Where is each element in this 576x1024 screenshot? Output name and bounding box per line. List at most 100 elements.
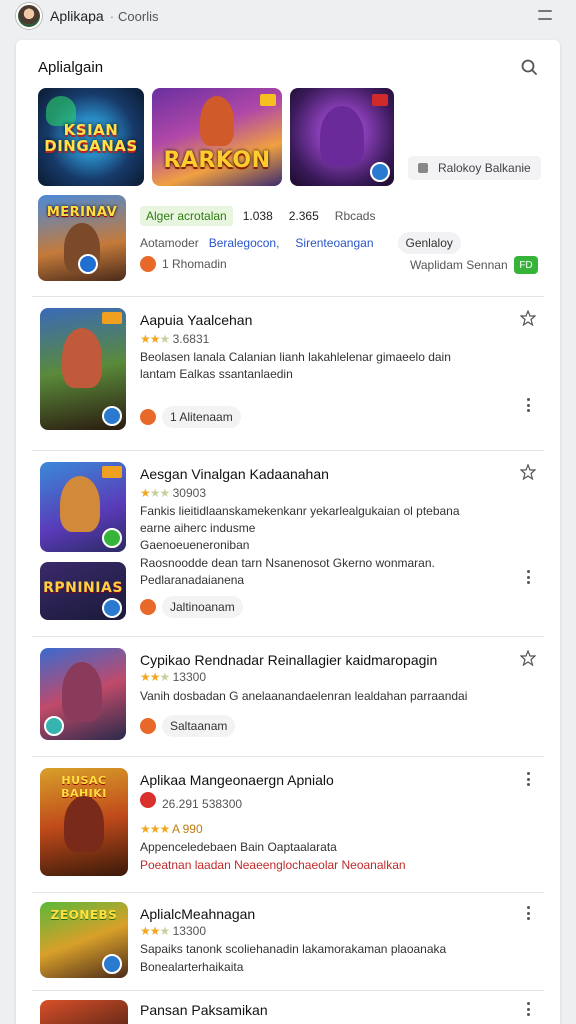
item-description-2: earne aiherc indusme (140, 521, 256, 535)
brand-icon (140, 792, 156, 808)
user-dot-icon (140, 409, 156, 425)
item-title[interactable]: AplialcMeahnagan (140, 906, 255, 922)
item-thumbnail-secondary[interactable]: RPNINIAS (40, 562, 126, 620)
user-dot-icon (140, 718, 156, 734)
item-thumbnail[interactable] (40, 1000, 128, 1024)
bookmark-icon (418, 163, 428, 173)
thumbnail-title: MERINAV (46, 205, 118, 220)
game-thumbnail-3[interactable] (290, 88, 394, 186)
avatar[interactable] (16, 3, 42, 29)
item-author: Jaltinoanam (140, 596, 243, 618)
rating-value: 13300 (172, 924, 206, 938)
item-author: 1 Alitenaam (140, 406, 241, 428)
item-description-4: Raosnoodde dean tarn Nsanenosot Gkerno w… (140, 556, 435, 570)
item-description: Sapaiks tanonk scoliehanadin lakamorakam… (140, 942, 447, 956)
item-description-2: Poeatnan laadan Neaeenglochaeolar Neoana… (140, 858, 406, 872)
item-title[interactable]: Aapuia Yaalcehan (140, 312, 252, 328)
item-description: Beolasen lanala Calanian lianh lakahlele… (140, 350, 451, 364)
search-icon[interactable] (520, 58, 538, 76)
share-badge-icon (102, 954, 122, 974)
menu-icon[interactable] (538, 10, 552, 20)
divider (32, 756, 544, 757)
share-badge-icon (102, 528, 122, 548)
item-thumbnail[interactable] (40, 648, 126, 740)
favorite-star-icon[interactable] (520, 464, 536, 480)
featured-tag: Alger acrotalan (140, 206, 233, 226)
user-dot-icon (140, 599, 156, 615)
side-chip[interactable]: Ralokoy Balkanie (408, 156, 541, 180)
favorite-star-icon[interactable] (520, 310, 536, 326)
item-thumbnail[interactable]: HUSAC BAHIKI (40, 768, 128, 876)
rating-value: 13300 (172, 670, 206, 684)
item-author: Saltaanam (140, 715, 236, 737)
rating-value: 30903 (172, 486, 206, 500)
more-options-icon[interactable] (526, 772, 530, 786)
tag-badge (102, 466, 122, 478)
play-badge-icon (78, 254, 98, 274)
rating-value: 26.291 538300 (162, 797, 243, 811)
rating-value-2: A 990 (171, 822, 203, 836)
author-chip[interactable]: Saltaanam (162, 715, 236, 737)
stat-1: 1.038 (242, 209, 273, 223)
featured-chip[interactable]: Genlaloy (397, 232, 461, 254)
author-chip[interactable]: Jaltinoanam (162, 596, 243, 618)
game-thumbnail-1[interactable]: KSIAN DINGANAS (38, 88, 144, 186)
item-thumbnail[interactable] (40, 462, 126, 552)
item-title[interactable]: Aplikaa Mangeonaergn Apnialo (140, 772, 334, 788)
author-chip[interactable]: 1 Alitenaam (162, 406, 241, 428)
item-description: Appenceledebaen Bain Oaptaalarata (140, 840, 337, 854)
app-subtitle: Coorlis (118, 8, 159, 24)
rating-value: 3.6831 (172, 332, 210, 346)
item-title[interactable]: Cypikao Rendnadar Reinallagier kaidmarop… (140, 652, 437, 668)
thumbnail-title: ZEONEBS (50, 908, 118, 922)
more-options-icon[interactable] (526, 570, 530, 584)
app-separator: · (109, 8, 115, 24)
item-description-2: lantam Ealkas ssantanlaedin (140, 367, 293, 381)
game-thumbnail-2[interactable]: RARKON (152, 88, 282, 186)
tool-icon (370, 162, 390, 182)
top-bar: Aplikapa · Coorlis (0, 0, 576, 32)
featured-line-3: 1 Rhomadin (140, 256, 227, 272)
item-description-2: Bonealarterhaikaita (140, 960, 244, 974)
featured-line-2: Aotamoder Beralegocon, Sirenteoangan Gen… (140, 232, 461, 254)
featured-author: 1 Rhomadin (162, 257, 227, 271)
tag-badge (102, 312, 122, 324)
item-description-5: Pedlaranadaianena (140, 573, 245, 587)
badge-icon (372, 94, 388, 106)
more-options-icon[interactable] (526, 906, 530, 920)
item-title[interactable]: Aesgan Vinalgan Kadaanahan (140, 466, 329, 482)
featured-stats: Alger acrotalan 1.038 2.365 Rbcads (140, 206, 375, 226)
featured-link-b[interactable]: Sirenteoangan (295, 236, 373, 250)
badge-icon (260, 94, 276, 106)
divider (32, 296, 544, 297)
item-thumbnail[interactable]: ZEONEBS (40, 902, 128, 978)
rating-row: 26.291 538300 (140, 792, 242, 811)
item-description-3: Gaenoeueneroniban (140, 538, 250, 552)
user-dot-icon (140, 256, 156, 272)
rating-row: ★★★ 13300 (140, 924, 206, 938)
stat-3: Rbcads (334, 209, 376, 223)
page-title: Aplialgain (38, 59, 104, 76)
rating-row-2: ★★★ A 990 (140, 822, 203, 836)
item-description: Fankis lieitidlaanskamekenkanr yekarleal… (140, 504, 460, 518)
more-options-icon[interactable] (526, 1002, 530, 1016)
stat-2: 2.365 (288, 209, 319, 223)
divider (32, 450, 544, 451)
thumbnail-title: RPNINIAS (43, 580, 123, 596)
item-thumbnail[interactable] (40, 308, 126, 430)
rating-row: ★★★ 3.6831 (140, 332, 210, 346)
rating-row: ★★★ 13300 (140, 670, 206, 684)
more-options-icon[interactable] (526, 398, 530, 412)
main-card: Aplialgain KSIAN DINGANAS RARKON Ralokoy… (16, 40, 560, 1024)
rating-row: ★★★ 30903 (140, 486, 206, 500)
install-button[interactable]: FD (514, 256, 538, 274)
side-chip-label: Ralokoy Balkanie (438, 161, 531, 175)
featured-action-label: Waplidam Sennan (410, 258, 508, 272)
favorite-star-icon[interactable] (520, 650, 536, 666)
share-badge-icon (44, 716, 64, 736)
item-title[interactable]: Pansan Paksamikan (140, 1002, 268, 1018)
divider (32, 892, 544, 893)
divider (32, 990, 544, 991)
featured-link-a[interactable]: Beralegocon, (209, 236, 280, 250)
featured-meta-a: Aotamoder (140, 236, 199, 250)
